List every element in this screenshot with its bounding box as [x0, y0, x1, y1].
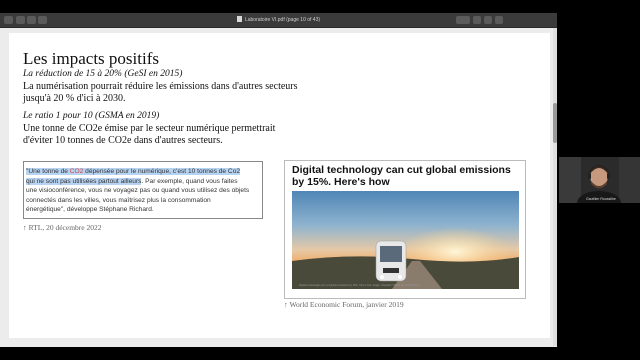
- sunset-road-image: [292, 191, 519, 289]
- section1-text: La numérisation pourrait réduire les émi…: [23, 81, 298, 104]
- pdf-viewer-window: Laboratoire VI.pdf (page 10 of 43) Les i…: [0, 13, 557, 347]
- section1-subtitle: La réduction de 15 à 20% (GeSI en 2015): [23, 69, 183, 79]
- window-title-text: Laboratoire VI.pdf (page 10 of 43): [244, 17, 321, 23]
- wef-image-credit: Digital technologies can cut global emis…: [299, 284, 420, 287]
- toolbar: Laboratoire VI.pdf (page 10 of 43): [0, 13, 557, 28]
- quote-highlight-start: "Une tonne de: [26, 168, 70, 175]
- section2-subtitle: Le ratio 1 pour 10 (GSMA en 2019): [23, 111, 160, 121]
- quote-co2: CO2: [69, 168, 84, 175]
- wef-article-image: Digital technologies can cut global emis…: [292, 191, 519, 289]
- scrollbar-thumb[interactable]: [553, 103, 557, 143]
- quote-text[interactable]: "Une tonne de CO2 dépensée pour le numér…: [26, 167, 250, 215]
- pdf-document-icon: [236, 16, 242, 22]
- search-icon[interactable]: [495, 16, 503, 24]
- pen-icon[interactable]: [456, 16, 470, 24]
- wef-article-card[interactable]: Digital technology can cut global emissi…: [284, 160, 526, 299]
- wef-caption: ↑ World Economic Forum, janvier 2019: [284, 300, 404, 309]
- share-icon[interactable]: [484, 16, 492, 24]
- quote-box: "Une tonne de CO2 dépensée pour le numér…: [23, 161, 263, 219]
- webcam-feed: Gauthier Roussilhe: [559, 157, 640, 203]
- rotate-icon[interactable]: [473, 16, 481, 24]
- scrollbar-track[interactable]: [553, 28, 557, 346]
- slide-title: Les impacts positifs: [23, 49, 159, 68]
- quote-caption: ↑ RTL, 20 décembre 2022: [23, 223, 102, 232]
- wef-article-title: Digital technology can cut global emissi…: [292, 164, 511, 188]
- pdf-page: Les impacts positifs La réduction de 15 …: [9, 33, 550, 338]
- presenter-name: Gauthier Roussilhe: [586, 197, 616, 201]
- section2-text: Une tonne de CO2e émise par le secteur n…: [23, 123, 276, 146]
